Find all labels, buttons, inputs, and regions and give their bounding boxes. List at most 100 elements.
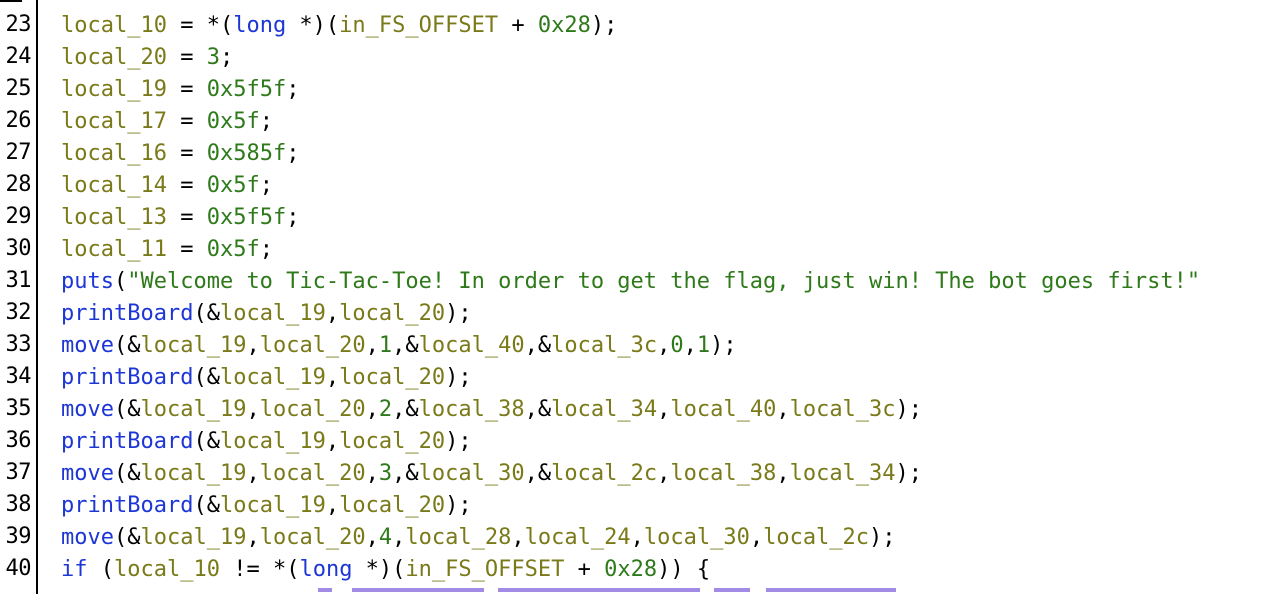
code-token-var[interactable]: local_19 <box>140 397 246 422</box>
code-token-var[interactable]: local_14 <box>61 173 167 198</box>
code-token-var[interactable]: in_FS_OFFSET <box>405 557 564 582</box>
code-line[interactable]: 26 local_17 = 0x5f; <box>0 105 1276 137</box>
code-token-var[interactable]: local_13 <box>61 205 167 230</box>
code-text[interactable]: move(&local_19,local_20,4,local_28,local… <box>61 526 896 550</box>
code-token-var[interactable]: local_20 <box>339 365 445 390</box>
code-token-var[interactable]: local_19 <box>220 365 326 390</box>
code-text[interactable]: puts("Welcome to Tic-Tac-Toe! In order t… <box>61 270 1200 294</box>
code-line[interactable]: 39 move(&local_19,local_20,4,local_28,loc… <box>0 521 1276 553</box>
code-token-var[interactable]: local_19 <box>140 525 246 550</box>
code-token-var[interactable]: local_20 <box>339 429 445 454</box>
line-number: 36 <box>5 428 32 453</box>
code-text[interactable]: printBoard(&local_19,local_20); <box>61 366 472 390</box>
code-token-var[interactable]: local_19 <box>140 461 246 486</box>
code-text[interactable]: move(&local_19,local_20,3,&local_30,&loc… <box>61 462 922 486</box>
code-text[interactable]: printBoard(&local_19,local_20); <box>61 302 472 326</box>
code-token-fn[interactable]: printBoard <box>61 493 193 518</box>
code-token-var[interactable]: local_28 <box>405 525 511 550</box>
code-line[interactable]: 23 local_10 = *(long *)(in_FS_OFFSET + 0x… <box>0 9 1276 41</box>
code-token-op: ); <box>445 301 472 326</box>
code-token-op: = <box>166 237 207 262</box>
code-token-var[interactable]: local_17 <box>61 109 167 134</box>
code-token-var[interactable]: local_20 <box>339 301 445 326</box>
code-token-var[interactable]: local_34 <box>551 397 657 422</box>
code-token-var[interactable]: local_16 <box>61 141 167 166</box>
code-token-fn[interactable]: move <box>61 397 114 422</box>
code-text[interactable]: local_10 = *(long *)(in_FS_OFFSET + 0x28… <box>61 14 617 38</box>
code-token-var[interactable]: local_20 <box>339 493 445 518</box>
code-line[interactable]: 27 local_16 = 0x585f; <box>0 137 1276 169</box>
code-token-var[interactable]: local_24 <box>525 525 631 550</box>
code-token-var[interactable]: local_19 <box>220 429 326 454</box>
code-text[interactable]: local_20 = 3; <box>61 46 233 70</box>
code-token-fn[interactable]: move <box>61 333 114 358</box>
code-text[interactable]: local_14 = 0x5f; <box>61 174 273 198</box>
code-token-num: 0x5f <box>206 109 260 134</box>
code-text[interactable]: local_16 = 0x585f; <box>61 142 299 166</box>
code-token-op: ); <box>710 333 737 358</box>
code-token-var[interactable]: local_19 <box>220 301 326 326</box>
code-token-var[interactable]: local_3c <box>790 397 896 422</box>
code-text[interactable]: printBoard(&local_19,local_20); <box>61 494 472 518</box>
code-token-fn[interactable]: printBoard <box>61 301 193 326</box>
code-token-var[interactable]: local_40 <box>670 397 776 422</box>
code-token-var[interactable]: local_10 <box>114 557 220 582</box>
code-line[interactable]: 33 move(&local_19,local_20,1,&local_40,&l… <box>0 329 1276 361</box>
code-line[interactable]: 28 local_14 = 0x5f; <box>0 169 1276 201</box>
code-token-fn[interactable]: puts <box>61 269 114 294</box>
code-token-var[interactable]: local_3c <box>551 333 657 358</box>
code-text[interactable]: local_11 = 0x5f; <box>61 238 273 262</box>
code-line[interactable]: 31 puts("Welcome to Tic-Tac-Toe! In order… <box>0 265 1276 297</box>
code-line[interactable]: 35 move(&local_19,local_20,2,&local_38,&l… <box>0 393 1276 425</box>
code-text[interactable]: if (local_10 != *(long *)(in_FS_OFFSET +… <box>61 558 710 582</box>
code-token-var[interactable]: local_19 <box>220 493 326 518</box>
code-text[interactable]: local_13 = 0x5f5f; <box>61 206 299 230</box>
code-token-var[interactable]: local_2c <box>763 525 869 550</box>
code-token-fn[interactable]: move <box>61 461 114 486</box>
code-token-op: ,& <box>524 333 552 358</box>
code-token-var[interactable]: local_20 <box>260 333 366 358</box>
code-token-var[interactable]: local_40 <box>419 333 525 358</box>
code-token-var[interactable]: local_19 <box>61 77 167 102</box>
code-token-var[interactable]: local_38 <box>419 397 525 422</box>
line-number: 30 <box>5 236 32 261</box>
code-token-fn[interactable]: printBoard <box>61 429 193 454</box>
code-line[interactable]: 25 local_19 = 0x5f5f; <box>0 73 1276 105</box>
code-line[interactable]: 40 if (local_10 != *(long *)(in_FS_OFFSET… <box>0 553 1276 585</box>
code-token-var[interactable]: local_38 <box>670 461 776 486</box>
code-text[interactable]: move(&local_19,local_20,1,&local_40,&loc… <box>61 334 737 358</box>
code-token-var[interactable]: local_34 <box>790 461 896 486</box>
code-token-var[interactable]: local_20 <box>260 525 366 550</box>
code-line[interactable]: 38 printBoard(&local_19,local_20); <box>0 489 1276 521</box>
code-text[interactable]: local_17 = 0x5f; <box>61 110 273 134</box>
code-line[interactable]: 30 local_11 = 0x5f; <box>0 233 1276 265</box>
decompiler-code-view[interactable]: 23 local_10 = *(long *)(in_FS_OFFSET + 0x… <box>0 0 1276 594</box>
code-token-op: ( <box>87 557 114 582</box>
code-token-var[interactable]: local_20 <box>61 45 167 70</box>
code-token-var[interactable]: local_20 <box>260 461 366 486</box>
code-text[interactable]: local_19 = 0x5f5f; <box>61 78 299 102</box>
code-line[interactable]: 37 move(&local_19,local_20,3,&local_30,&l… <box>0 457 1276 489</box>
code-token-var[interactable]: local_10 <box>61 13 167 38</box>
code-token-var[interactable]: local_2c <box>551 461 657 486</box>
code-token-var[interactable]: local_20 <box>260 397 366 422</box>
code-token-op: = <box>166 109 207 134</box>
code-token-kw: if <box>61 557 88 582</box>
code-token-op: (& <box>193 301 220 326</box>
code-line[interactable]: 34 printBoard(&local_19,local_20); <box>0 361 1276 393</box>
code-text[interactable]: move(&local_19,local_20,2,&local_38,&loc… <box>61 398 922 422</box>
code-token-var[interactable]: local_30 <box>644 525 750 550</box>
code-token-var[interactable]: local_11 <box>61 237 167 262</box>
code-token-var[interactable]: local_30 <box>419 461 525 486</box>
code-token-var[interactable]: in_FS_OFFSET <box>339 13 498 38</box>
code-token-fn[interactable]: move <box>61 525 114 550</box>
code-line[interactable]: 24 local_20 = 3; <box>0 41 1276 73</box>
code-line[interactable]: 36 printBoard(&local_19,local_20); <box>0 425 1276 457</box>
code-token-op: , <box>365 397 379 422</box>
code-token-fn[interactable]: printBoard <box>61 365 193 390</box>
code-line[interactable]: 29 local_13 = 0x5f5f; <box>0 201 1276 233</box>
code-line[interactable]: 32 printBoard(&local_19,local_20); <box>0 297 1276 329</box>
code-text[interactable]: printBoard(&local_19,local_20); <box>61 430 472 454</box>
code-token-var[interactable]: local_19 <box>140 333 246 358</box>
code-token-op: ; <box>286 141 300 166</box>
